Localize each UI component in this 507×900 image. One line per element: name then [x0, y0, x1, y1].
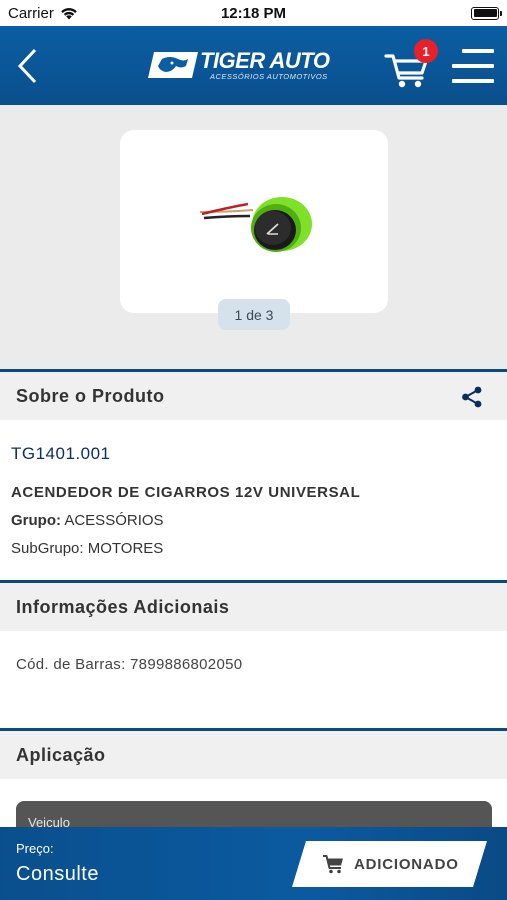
menu-line: [452, 79, 494, 83]
product-image-card[interactable]: [120, 130, 388, 313]
group-label: Grupo:: [11, 512, 61, 529]
product-subgroup: SubGrupo: MOTORES: [11, 540, 163, 557]
section-header-application: Aplicação: [0, 728, 507, 779]
price-label: Preço:: [16, 841, 54, 856]
menu-button[interactable]: [452, 46, 494, 86]
section-title-additional: Informações Adicionais: [16, 596, 230, 617]
product-name: ACENDEDOR DE CIGARROS 12V UNIVERSAL: [11, 484, 361, 501]
image-pager: 1 de 3: [218, 299, 290, 330]
logo-title: TIGER AUTO: [200, 48, 330, 73]
wifi-icon: [61, 7, 77, 19]
tiger-logo-icon: [148, 52, 198, 78]
product-group: Grupo: ACESSÓRIOS: [11, 512, 164, 529]
status-right: [339, 6, 502, 20]
cart-icon: [323, 855, 343, 874]
product-gallery[interactable]: 1 de 3: [0, 105, 507, 369]
chevron-left-icon: [17, 48, 37, 84]
group-value: ACESSÓRIOS: [64, 512, 164, 529]
battery-icon: [471, 6, 502, 20]
share-icon[interactable]: [461, 386, 483, 408]
menu-line: [462, 49, 494, 53]
brand-logo[interactable]: TIGER AUTO ACESSÓRIOS AUTOMOTIVOS: [148, 48, 330, 86]
logo-subtitle: ACESSÓRIOS AUTOMOTIVOS: [210, 72, 328, 81]
carrier-label: Carrier: [8, 4, 54, 22]
barcode-line: Cód. de Barras: 7899886802050: [16, 656, 242, 673]
add-to-cart-button[interactable]: ADICIONADO: [292, 841, 487, 887]
status-bar: Carrier 12:18 PM: [0, 0, 507, 26]
back-button[interactable]: [10, 44, 44, 88]
status-left: Carrier: [8, 5, 168, 22]
subgroup-value: MOTORES: [87, 540, 164, 557]
barcode-label: Cód. de Barras:: [16, 656, 126, 673]
add-button-content: ADICIONADO: [322, 841, 459, 887]
barcode-value: 7899886802050: [130, 656, 243, 673]
price-value: Consulte: [16, 863, 99, 885]
app-header: TIGER AUTO ACESSÓRIOS AUTOMOTIVOS 1: [0, 26, 507, 105]
product-image: [199, 197, 312, 252]
section-header-about: Sobre o Produto: [0, 369, 507, 420]
bottom-bar: Preço: Consulte ADICIONADO: [0, 827, 507, 900]
add-button-label: ADICIONADO: [354, 855, 459, 873]
subgroup-label: SubGrupo:: [11, 540, 84, 557]
section-title-application: Aplicação: [16, 744, 106, 765]
section-header-additional: Informações Adicionais: [0, 580, 507, 631]
cart-count-badge: 1: [414, 39, 438, 63]
section-title-about: Sobre o Produto: [16, 385, 165, 406]
status-time: 12:18 PM: [220, 4, 287, 22]
product-sku: TG1401.001: [11, 444, 111, 463]
menu-line: [452, 64, 494, 68]
